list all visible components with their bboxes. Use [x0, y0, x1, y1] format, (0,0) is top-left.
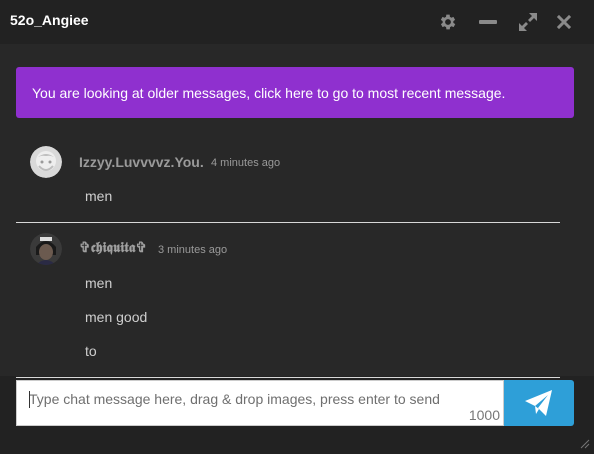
message-username[interactable]: ✞𝖈𝖍𝖎𝖖𝖚𝖎𝖙𝖆✞: [79, 240, 147, 256]
settings-button[interactable]: [436, 10, 460, 34]
message-divider: [16, 222, 560, 223]
message-text: to: [85, 343, 97, 359]
expand-button[interactable]: [516, 10, 540, 34]
chat-message-input[interactable]: [17, 381, 503, 417]
message-username[interactable]: Izzyy.Luvvvvz.You.: [79, 154, 204, 170]
gear-icon: [440, 14, 456, 30]
minimize-button[interactable]: [476, 10, 500, 34]
message-text: men good: [85, 309, 148, 325]
message-divider: [16, 377, 560, 378]
paper-plane-icon: [525, 390, 552, 416]
chat-messages-area[interactable]: You are looking at older messages, click…: [0, 44, 594, 376]
window-title: 52o_Angiee: [10, 12, 89, 28]
text-caret: [29, 391, 30, 408]
window-titlebar: 52o_Angiee: [0, 0, 594, 44]
message-text: men: [85, 188, 113, 204]
avatar-image: [30, 146, 62, 178]
avatar[interactable]: [30, 233, 62, 265]
close-icon: [557, 15, 571, 29]
minimize-icon: [479, 20, 497, 24]
close-button[interactable]: [552, 10, 576, 34]
message-timestamp: 3 minutes ago: [158, 244, 228, 256]
older-messages-banner[interactable]: You are looking at older messages, click…: [16, 67, 574, 118]
avatar-image: [30, 233, 62, 265]
expand-icon: [519, 13, 537, 31]
resize-grip-icon[interactable]: [580, 436, 590, 449]
character-counter: 1000: [468, 407, 500, 423]
message-text: men: [85, 275, 113, 291]
chat-input-container[interactable]: 1000: [16, 380, 504, 426]
send-button[interactable]: [504, 380, 574, 426]
avatar[interactable]: [30, 146, 62, 178]
message-timestamp: 4 minutes ago: [211, 157, 281, 169]
